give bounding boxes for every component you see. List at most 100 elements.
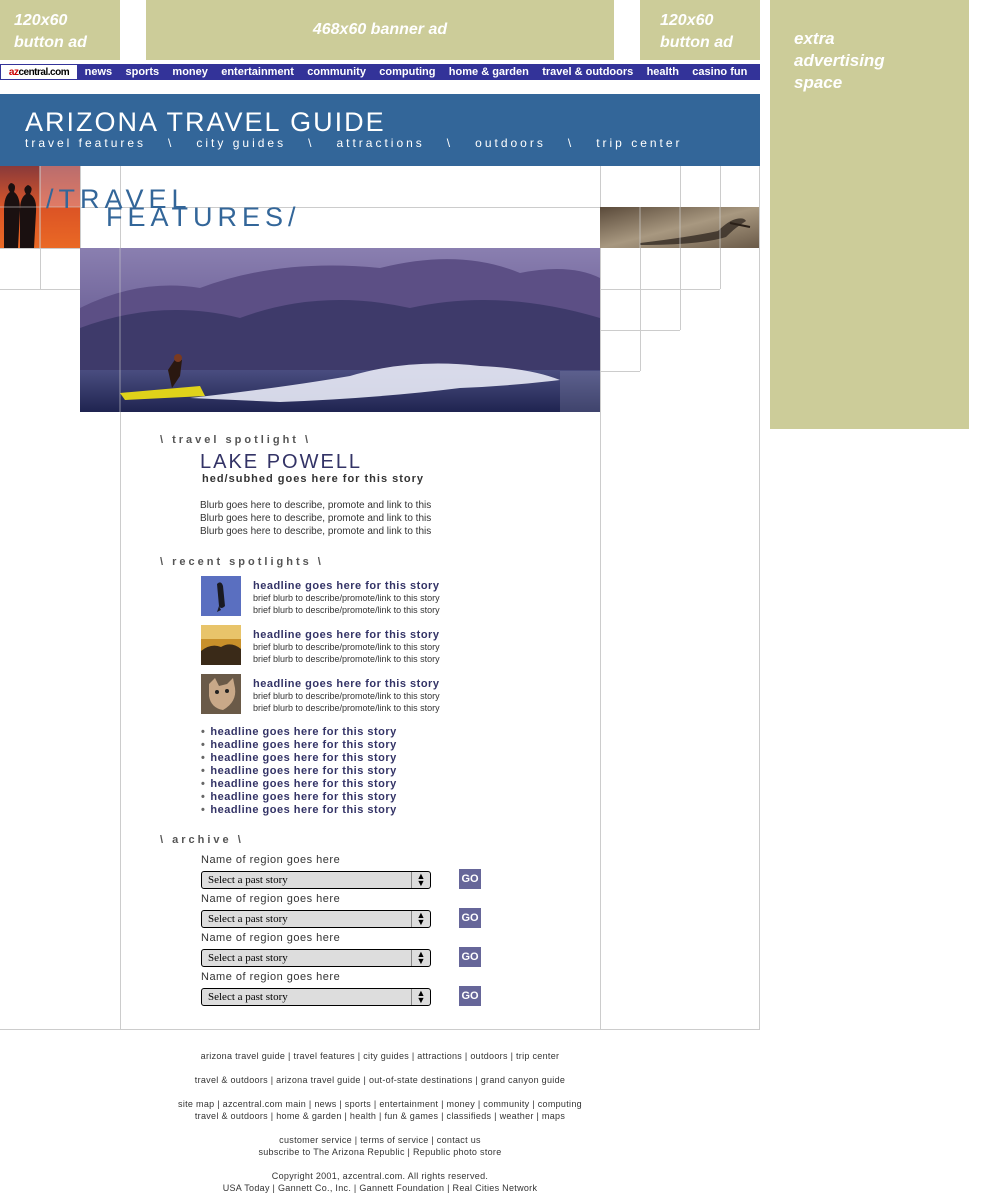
region-name: Name of region goes here [201,893,341,905]
past-story-select[interactable]: Select a past story ▲ ▼ [201,871,431,889]
footer-site-links[interactable]: travel & outdoors | home & garden | heal… [0,1110,760,1122]
archive-region: Name of region goes here Select a past st… [201,971,501,1010]
blurb-line: Blurb goes here to describe, promote and… [200,513,432,524]
recent-story-1: headline goes here for this story brief … [253,580,440,616]
recent-headline[interactable]: headline goes here for this story [253,678,440,690]
azcentral-logo[interactable]: az central.com [0,64,78,80]
grid-line [0,1029,760,1030]
recent-blurb: brief blurb to describe/promote/link to … [253,605,440,615]
recent-blurb: brief blurb to describe/promote/link to … [253,703,440,713]
subnav-separator: \ [567,136,575,150]
topnav-link-health[interactable]: health [647,66,679,78]
grid-line [600,289,720,290]
grid-line [600,371,640,372]
subnav-link-travel-features[interactable]: travel features [25,136,146,150]
recent-blurb: brief blurb to describe/promote/link to … [253,691,440,701]
topnav-links: news sports money entertainment community com… [78,66,760,78]
go-button[interactable]: GO [459,947,481,967]
button-ad-left[interactable]: 120x60 button ad [0,0,120,60]
go-button[interactable]: GO [459,986,481,1006]
recent-headline[interactable]: headline goes here for this story [253,580,440,592]
blurb-line: Blurb goes here to describe, promote and… [200,526,432,537]
top-navigation-bar: az central.com news sports money entertainme… [0,64,760,80]
archive-region: Name of region goes here Select a past st… [201,932,501,971]
topnav-link-entertainment[interactable]: entertainment [221,66,294,78]
sunset-mountain-thumbnail[interactable] [201,625,241,665]
copyright: Copyright 2001, azcentral.com. All right… [271,1171,489,1181]
recent-headline-list: headline goes here for this story headli… [201,726,397,817]
select-value: Select a past story [208,991,288,1003]
travel-spotlight-heading: \ travel spotlight \ [160,434,312,446]
button-ad-right[interactable]: 120x60 button ad [640,0,760,60]
subnav-link-outdoors[interactable]: outdoors [475,136,546,150]
footer-outdoors-links[interactable]: travel & outdoors | arizona travel guide… [0,1074,760,1086]
footer-service-links[interactable]: customer service | terms of service | co… [0,1134,760,1146]
grid-line [40,248,41,289]
subnav-separator: \ [308,136,315,150]
spotlight-title[interactable]: LAKE POWELL [200,451,362,474]
go-button[interactable]: GO [459,908,481,928]
footer: arizona travel guide | travel features |… [0,1050,760,1194]
headline-link[interactable]: headline goes here for this story [201,804,397,817]
select-arrows-icon: ▲ ▼ [411,950,430,966]
past-story-select[interactable]: Select a past story ▲ ▼ [201,988,431,1006]
page-title: ARIZONA TRAVEL GUIDE [25,107,386,137]
spotlight-subhead[interactable]: hed/subhed goes here for this story [202,473,424,485]
roadrunner-photo [600,207,759,248]
subnav-separator: \ [168,136,175,150]
recent-story-2: headline goes here for this story brief … [253,629,440,665]
recent-story-3: headline goes here for this story brief … [253,678,440,714]
select-arrows-icon: ▲ ▼ [411,872,430,888]
footer-travel-links[interactable]: arizona travel guide | travel features |… [0,1050,760,1062]
grid-line [759,166,760,1030]
headline-link[interactable]: headline goes here for this story [201,778,397,791]
coyote-thumbnail[interactable] [201,674,241,714]
select-arrows-icon: ▲ ▼ [411,911,430,927]
select-value: Select a past story [208,874,288,886]
spotlight-blurb: Blurb goes here to describe, promote and… [200,499,500,538]
topnav-link-community[interactable]: community [307,66,366,78]
eagle-thumbnail[interactable] [201,576,241,616]
headline-link[interactable]: headline goes here for this story [201,752,397,765]
recent-headline[interactable]: headline goes here for this story [253,629,440,641]
grid-line [600,166,601,1030]
region-name: Name of region goes here [201,854,341,866]
topnav-link-computing[interactable]: computing [379,66,435,78]
lake-powell-jetski-photo [80,248,600,412]
archive-list: Name of region goes here Select a past st… [201,854,501,1010]
region-name: Name of region goes here [201,971,341,983]
section-title-line2: FEATURES/ [106,202,301,232]
go-button[interactable]: GO [459,869,481,889]
recent-blurb: brief blurb to describe/promote/link to … [253,654,440,664]
footer-subscribe-links[interactable]: subscribe to The Arizona Republic | Repu… [0,1146,760,1158]
footer-site-links[interactable]: site map | azcentral.com main | news | s… [0,1098,760,1110]
topnav-link-sports[interactable]: sports [125,66,159,78]
past-story-select[interactable]: Select a past story ▲ ▼ [201,949,431,967]
headline-link[interactable]: headline goes here for this story [201,739,397,752]
recent-spotlights-heading: \ recent spotlights \ [160,556,324,568]
headline-link[interactable]: headline goes here for this story [201,791,397,804]
banner-ad[interactable]: 468x60 banner ad [146,0,614,60]
select-value: Select a past story [208,952,288,964]
topnav-link-travel-outdoors[interactable]: travel & outdoors [542,66,633,78]
footer-partner-links[interactable]: USA Today | Gannett Co., Inc. | Gannett … [0,1182,760,1194]
recent-blurb: brief blurb to describe/promote/link to … [253,593,440,603]
subnav-link-attractions[interactable]: attractions [336,136,424,150]
past-story-select[interactable]: Select a past story ▲ ▼ [201,910,431,928]
subnav-link-trip-center[interactable]: trip center [596,136,682,150]
select-arrows-icon: ▲ ▼ [411,989,430,1005]
region-name: Name of region goes here [201,932,341,944]
topnav-link-home-garden[interactable]: home & garden [449,66,529,78]
topnav-link-money[interactable]: money [172,66,207,78]
grid-line [680,166,681,330]
select-value: Select a past story [208,913,288,925]
topnav-link-news[interactable]: news [85,66,113,78]
headline-link[interactable]: headline goes here for this story [201,765,397,778]
blurb-line: Blurb goes here to describe, promote and… [200,500,432,511]
subnav-link-city-guides[interactable]: city guides [196,136,286,150]
headline-link[interactable]: headline goes here for this story [201,726,397,739]
topnav-link-casino-fun[interactable]: casino fun [692,66,747,78]
extra-advertising-space[interactable]: extra advertising space [770,0,969,429]
subnav-separator: \ [446,136,454,150]
archive-region: Name of region goes here Select a past st… [201,854,501,893]
